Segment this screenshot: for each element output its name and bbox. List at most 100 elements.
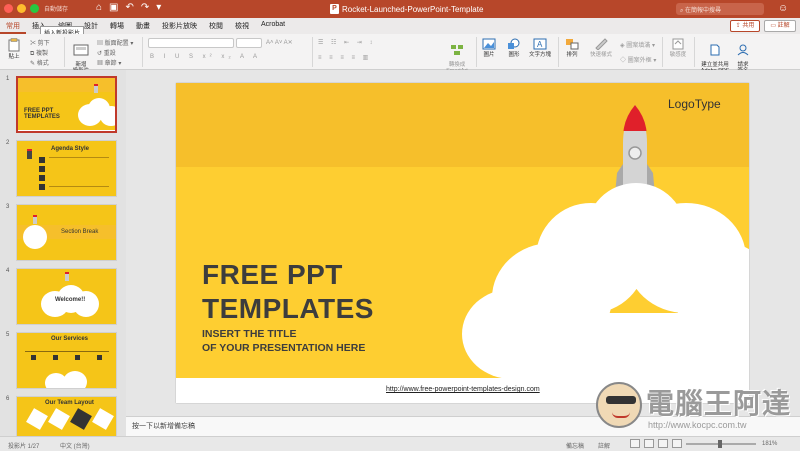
slide-title[interactable]: FREE PPT TEMPLATES: [202, 258, 374, 326]
rocket-icon: [33, 215, 37, 224]
layout-label: 版面配置: [104, 41, 129, 47]
tab-transitions[interactable]: 轉場: [104, 18, 130, 34]
team-hexagon: [70, 408, 92, 430]
search-input[interactable]: ⌕ 在簡報中搜尋: [676, 3, 764, 15]
view-buttons: [630, 439, 682, 448]
insert-textbox-button[interactable]: A 文字方塊: [528, 38, 552, 58]
tab-slideshow[interactable]: 投影片放映: [156, 18, 203, 34]
zoom-slider-handle[interactable]: [718, 440, 722, 448]
font-size-dropdown[interactable]: [236, 38, 262, 48]
comments-toggle[interactable]: 註解: [598, 441, 610, 450]
thumbnail-slide-1[interactable]: FREE PPT TEMPLATES: [16, 76, 117, 133]
minimize-window-button[interactable]: [17, 4, 26, 13]
format-painter-button[interactable]: ✎ 格式: [30, 58, 49, 67]
notes-toggle[interactable]: 備忘稿: [566, 441, 584, 450]
tab-home[interactable]: 常用: [0, 18, 26, 34]
new-slide-button[interactable]: 新增 投影片: [70, 38, 92, 74]
share-label: 共用: [742, 23, 755, 29]
smartart-icon: [451, 45, 463, 55]
slideshow-view-button[interactable]: [672, 439, 682, 448]
zoom-window-button[interactable]: [30, 4, 39, 13]
mascot-glasses: [606, 396, 636, 404]
zoom-percentage[interactable]: 181%: [762, 441, 777, 447]
thumbnail-slide-5[interactable]: Our Services: [16, 332, 117, 389]
tab-view[interactable]: 檢視: [229, 18, 255, 34]
insert-picture-button[interactable]: 圖片: [480, 38, 498, 58]
feedback-smiley-icon[interactable]: ☺: [778, 3, 788, 14]
slide-sorter-view-button[interactable]: [644, 439, 654, 448]
quick-access-toolbar: ⌂ ▣ ↶ ↷ ▾: [96, 2, 161, 13]
rocket-icon: [65, 272, 69, 281]
shapes-label: 圖形: [508, 52, 520, 58]
comments-button[interactable]: ▭ 註解: [764, 20, 796, 32]
ribbon-divider: [64, 37, 65, 67]
section-button[interactable]: ▦ 章節 ▾: [97, 58, 121, 67]
thumbnail-number: 4: [6, 268, 10, 274]
thumbnail-slide-6[interactable]: Our Team Layout: [16, 396, 117, 436]
slide-canvas-area[interactable]: LogoType FREE PPT TEMPLATES INSERT THE T…: [126, 70, 800, 416]
arrange-button[interactable]: 排列: [562, 38, 582, 58]
powerpoint-window: 自動儲存 ⌂ ▣ ↶ ↷ ▾ P Rocket-Launched-PowerPo…: [0, 0, 800, 451]
ribbon-toolbar: 貼上 ✂ 剪下 ⧉ 複製 ✎ 格式 新增 投影片 ▤ 版面配置 ▾ ↺ 重設 ▦…: [0, 34, 800, 74]
redo-icon[interactable]: ↷: [141, 2, 149, 13]
textbox-label: 文字方塊: [528, 52, 551, 58]
thumbnail-slide-2[interactable]: Agenda Style: [16, 140, 117, 197]
font-family-dropdown[interactable]: [148, 38, 234, 48]
powerpoint-file-icon: P: [330, 4, 339, 14]
sensitivity-button[interactable]: 敏感度: [668, 38, 688, 58]
share-button[interactable]: ⇪ 共用: [730, 20, 760, 32]
thumbnail-slide-3[interactable]: Section Break: [16, 204, 117, 261]
save-icon[interactable]: ▣: [109, 2, 118, 13]
search-placeholder: 在簡報中搜尋: [685, 8, 722, 14]
normal-view-button[interactable]: [630, 439, 640, 448]
slide-counter: 投影片 1/27: [8, 444, 40, 450]
reading-view-button[interactable]: [658, 439, 668, 448]
window-controls: [4, 4, 39, 13]
customize-toolbar-icon[interactable]: ▾: [156, 2, 161, 13]
pdf-icon: [710, 44, 720, 56]
autosave-toggle[interactable]: 自動儲存: [44, 4, 68, 13]
thumb-cloud: [23, 225, 47, 249]
shape-fill-button[interactable]: ◈ 圖案填滿 ▾: [620, 40, 655, 49]
paragraph-list-buttons[interactable]: ☰ ☷ ⇤ ⇥ ↕: [318, 39, 375, 46]
new-slide-icon: [73, 44, 89, 56]
language-indicator[interactable]: 中文 (台灣): [60, 441, 90, 450]
undo-icon[interactable]: ↶: [126, 2, 134, 13]
paste-button[interactable]: 貼上: [6, 38, 22, 60]
font-style-buttons[interactable]: B I U S x² x₂ A A: [150, 54, 261, 60]
ribbon-divider: [142, 37, 143, 67]
copy-button[interactable]: ⧉ 複製: [30, 48, 48, 58]
slide-subtitle[interactable]: INSERT THE TITLE OF YOUR PRESENTATION HE…: [202, 327, 365, 355]
layout-button[interactable]: ▤ 版面配置 ▾: [97, 38, 133, 47]
document-title-text: Rocket-Launched-PowerPoint-Template: [342, 4, 484, 14]
ribbon-divider: [558, 37, 559, 67]
convert-smartart-button[interactable]: 轉換成 SmartArt: [440, 38, 474, 74]
shape-outline-button[interactable]: ◇ 圖案外框 ▾: [620, 55, 656, 64]
tab-review[interactable]: 校閱: [203, 18, 229, 34]
font-size-adjust-icons[interactable]: A˄ A˅ A✕: [266, 39, 293, 46]
reset-button[interactable]: ↺ 重設: [97, 48, 116, 57]
close-window-button[interactable]: [4, 4, 13, 13]
slide-thumbnails-panel[interactable]: 1 FREE PPT TEMPLATES 2 Agenda Style 3 Se…: [0, 70, 126, 436]
quick-styles-label: 快速樣式: [589, 52, 612, 58]
home-icon[interactable]: ⌂: [96, 2, 102, 13]
thumbnail-number: 3: [6, 204, 10, 210]
create-pdf-button[interactable]: 建立並共用 Adobe PDF: [698, 38, 732, 74]
ribbon-divider: [662, 37, 663, 67]
request-signature-button[interactable]: 請求 簽名: [734, 38, 752, 74]
paragraph-align-buttons[interactable]: ≡ ≡ ≡ ≡ ▥: [318, 54, 371, 61]
mascot-face-icon: [596, 382, 642, 428]
tab-acrobat[interactable]: Acrobat: [255, 18, 291, 34]
thumbnail-slide-4[interactable]: Welcome!!: [16, 268, 117, 325]
sensitivity-icon: [672, 38, 684, 50]
slide-url-link[interactable]: http://www.free-powerpoint-templates-des…: [386, 386, 540, 393]
cut-button[interactable]: ✂ 剪下: [30, 38, 50, 47]
insert-shapes-button[interactable]: 圖形: [504, 38, 524, 58]
quick-styles-button[interactable]: 快速樣式: [586, 38, 616, 58]
current-slide[interactable]: LogoType FREE PPT TEMPLATES INSERT THE T…: [176, 83, 749, 403]
tab-animations[interactable]: 動畫: [130, 18, 156, 34]
thumbnail-number: 2: [6, 140, 10, 146]
shape-fill-label: 圖案填滿: [626, 43, 651, 49]
logo-text[interactable]: LogoType: [668, 97, 721, 111]
shapes-icon: [508, 38, 520, 49]
